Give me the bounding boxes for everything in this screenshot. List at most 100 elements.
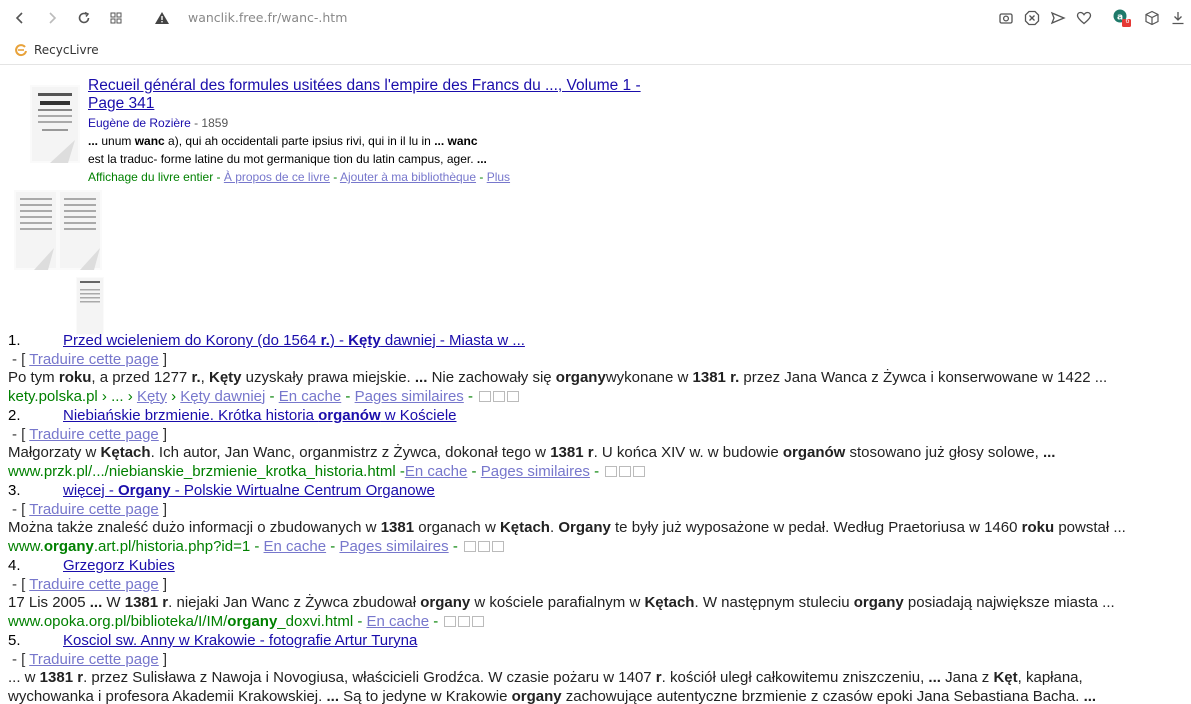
result-url: www.opoka.org.pl/biblioteka/I/IM/organy_… bbox=[8, 612, 367, 630]
result-url-line: kety.polska.pl › ... › Kęty › Kęty dawni… bbox=[8, 388, 1191, 407]
bookmarks-bar: RecycLivre bbox=[0, 38, 1191, 65]
book-author-link[interactable]: Eugène de Rozière bbox=[88, 116, 191, 130]
book-year: - 1859 bbox=[194, 116, 229, 130]
extension-badge: 6 bbox=[1125, 18, 1130, 25]
promote-icon[interactable] bbox=[619, 466, 632, 478]
cube-icon[interactable] bbox=[1142, 8, 1162, 28]
translate-link[interactable]: Traduire cette page bbox=[29, 426, 159, 443]
breadcrumb-link[interactable]: Kęty dawniej bbox=[180, 388, 265, 405]
translate-link[interactable]: Traduire cette page bbox=[29, 651, 159, 668]
result-url: kety.polska.pl › ... › bbox=[8, 387, 137, 405]
book-title-link[interactable]: Recueil général des formules usitées dan… bbox=[88, 77, 668, 113]
more-link[interactable]: Plus bbox=[487, 170, 510, 184]
result-number: 1. bbox=[8, 332, 21, 349]
promote-icon[interactable] bbox=[493, 391, 506, 403]
translate-line: - [ Traduire cette page ] bbox=[12, 575, 168, 593]
page-content: Recueil général des formules usitées dan… bbox=[0, 65, 1191, 704]
book-result: Recueil général des formules usitées dan… bbox=[88, 77, 688, 184]
cache-link[interactable]: En cache bbox=[405, 463, 468, 480]
heart-icon[interactable] bbox=[1074, 8, 1094, 28]
camera-icon[interactable] bbox=[996, 8, 1016, 28]
book-snippet: ... unum wanc a), qui ah occidentali par… bbox=[88, 132, 688, 168]
similar-pages-link[interactable]: Pages similaires bbox=[481, 463, 590, 480]
result-item: 1. Przed wcieleniem do Korony (do 1564 r.… bbox=[8, 332, 1191, 406]
recyclivre-icon bbox=[15, 44, 27, 57]
about-book-link[interactable]: À propos de ce livre bbox=[224, 170, 330, 184]
result-title-line: 1. Przed wcieleniem do Korony (do 1564 r.… bbox=[8, 332, 1191, 351]
cache-link[interactable]: En cache bbox=[264, 538, 327, 555]
result-url: www.organy.art.pl/historia.php?id=1 - bbox=[8, 537, 264, 555]
result-item: 2. Niebiańskie brzmienie. Krótka historia… bbox=[8, 407, 1191, 481]
warning-icon[interactable] bbox=[152, 8, 172, 28]
send-icon[interactable] bbox=[1048, 8, 1068, 28]
result-title-link[interactable]: Niebiańskie brzmienie. Krótka historia o… bbox=[63, 407, 457, 424]
translate-link[interactable]: Traduire cette page bbox=[29, 501, 159, 518]
breadcrumb-link[interactable]: Kęty bbox=[137, 388, 167, 405]
result-url-line: www.organy.art.pl/historia.php?id=1 - En… bbox=[8, 538, 1191, 557]
promote-icon[interactable] bbox=[478, 541, 490, 553]
result-title-link[interactable]: Przed wcieleniem do Korony (do 1564 r.) … bbox=[63, 332, 525, 349]
translate-line: - [ Traduire cette page ] bbox=[12, 650, 168, 668]
result-number: 3. bbox=[8, 482, 21, 499]
result-snippet: Można także znaleść dużo informacji o zb… bbox=[8, 519, 1126, 536]
result-title-line: 5. Kosciol sw. Anny w Krakowie - fotograf… bbox=[8, 632, 1191, 651]
result-title-line: 3. więcej - Organy - Polskie Wirtualne Ce… bbox=[8, 482, 1191, 501]
block-icon[interactable] bbox=[1022, 8, 1042, 28]
similar-pages-link[interactable]: Pages similaires bbox=[355, 388, 464, 405]
result-snippet: Małgorzaty w Kętach. Ich autor, Jan Wanc… bbox=[8, 444, 1056, 461]
result-title-link[interactable]: Grzegorz Kubies bbox=[63, 557, 175, 574]
remove-icon[interactable] bbox=[507, 391, 520, 403]
book-snippet-line1: ... unum wanc a), qui ah occidentali par… bbox=[88, 134, 478, 148]
forward-icon[interactable] bbox=[42, 8, 62, 28]
extension-icon[interactable]: a 6 bbox=[1112, 8, 1132, 28]
result-title-line: 2. Niebiańskie brzmienie. Krótka historia… bbox=[8, 407, 1191, 426]
result-url: www.przk.pl/.../niebianskie_brzmienie_kr… bbox=[8, 462, 405, 480]
translate-line: - [ Traduire cette page ] bbox=[12, 425, 168, 443]
full-view-label: Affichage du livre entier - bbox=[88, 170, 224, 184]
result-snippet: 17 Lis 2005 ... W 1381 r. niejaki Jan Wa… bbox=[8, 594, 1115, 611]
similar-pages-link[interactable]: Pages similaires bbox=[339, 538, 448, 555]
result-snippet: Po tym roku, a przed 1277 r., Kęty uzysk… bbox=[8, 369, 1108, 386]
result-title-link[interactable]: Kosciol sw. Anny w Krakowie - fotografie… bbox=[63, 632, 417, 649]
result-title-line: 4. Grzegorz Kubies bbox=[8, 557, 1191, 576]
result-item: 3. więcej - Organy - Polskie Wirtualne Ce… bbox=[8, 482, 1191, 556]
result-url-line: www.przk.pl/.../niebianskie_brzmienie_kr… bbox=[8, 463, 1191, 482]
promote-icon[interactable] bbox=[458, 616, 471, 628]
download-icon[interactable] bbox=[1168, 8, 1188, 28]
remove-icon[interactable] bbox=[472, 616, 485, 628]
tabs-grid-icon[interactable] bbox=[106, 8, 126, 28]
result-number: 2. bbox=[8, 407, 21, 424]
result-number: 4. bbox=[8, 557, 21, 574]
comment-icon[interactable] bbox=[464, 541, 476, 553]
remove-icon[interactable] bbox=[492, 541, 504, 553]
browser-toolbar: wanclik.free.fr/wanc-.htm a 6 bbox=[0, 0, 1191, 36]
result-snippet: ... w 1381 r. przez Sulisława z Nawoja i… bbox=[8, 669, 1083, 686]
comment-icon[interactable] bbox=[479, 391, 492, 403]
page-thumbnail-2[interactable] bbox=[76, 277, 104, 335]
book-snippet-line2: est la traduc- forme latine du mot germa… bbox=[88, 152, 487, 166]
bookmark-recyclivre[interactable]: RecycLivre bbox=[14, 43, 99, 57]
add-library-link[interactable]: Ajouter à ma bibliothèque bbox=[340, 170, 476, 184]
book-meta: Eugène de Rozière - 1859 bbox=[88, 116, 688, 130]
translate-line: - [ Traduire cette page ] bbox=[12, 350, 168, 368]
result-title-link[interactable]: więcej - Organy - Polskie Wirtualne Cent… bbox=[63, 482, 435, 499]
book-links: Affichage du livre entier - À propos de … bbox=[88, 170, 511, 184]
comment-icon[interactable] bbox=[605, 466, 618, 478]
book-thumbnail[interactable] bbox=[30, 85, 80, 163]
cache-link[interactable]: En cache bbox=[279, 388, 342, 405]
result-item: 4. Grzegorz Kubies - [ Traduire cette page… bbox=[8, 557, 1191, 631]
cache-link[interactable]: En cache bbox=[367, 613, 430, 630]
translate-link[interactable]: Traduire cette page bbox=[29, 576, 159, 593]
result-snippet-2: wychowanka i profesora Akademii Krakowsk… bbox=[8, 687, 1097, 704]
back-icon[interactable] bbox=[10, 8, 30, 28]
result-url-line: www.opoka.org.pl/biblioteka/I/IM/organy_… bbox=[8, 613, 1191, 632]
reload-icon[interactable] bbox=[74, 8, 94, 28]
comment-icon[interactable] bbox=[444, 616, 457, 628]
address-bar[interactable]: wanclik.free.fr/wanc-.htm bbox=[188, 10, 347, 25]
page-thumbnail-1[interactable] bbox=[14, 190, 102, 270]
result-number: 5. bbox=[8, 632, 21, 649]
remove-icon[interactable] bbox=[633, 466, 646, 478]
translate-link[interactable]: Traduire cette page bbox=[29, 351, 159, 368]
result-item: 5. Kosciol sw. Anny w Krakowie - fotograf… bbox=[8, 632, 1191, 704]
bookmark-label: RecycLivre bbox=[34, 43, 99, 57]
